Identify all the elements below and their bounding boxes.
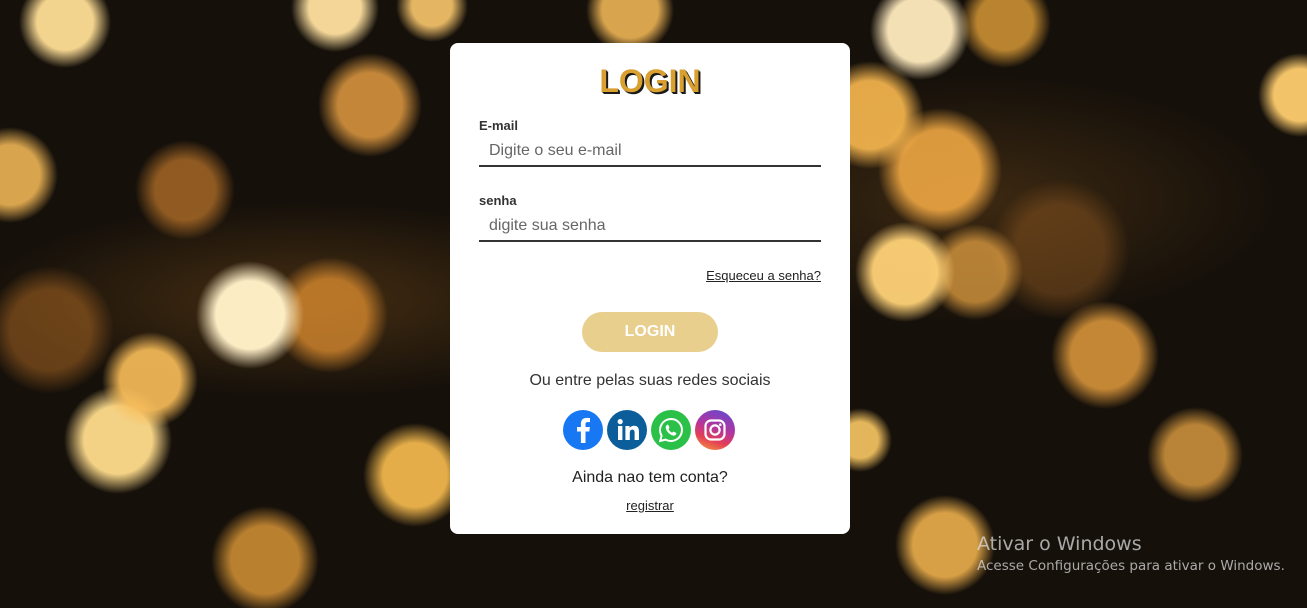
instagram-icon xyxy=(704,419,726,441)
linkedin-button[interactable] xyxy=(607,410,647,450)
login-title: LOGIN xyxy=(599,63,701,99)
facebook-icon xyxy=(577,417,590,443)
forgot-password-link[interactable]: Esqueceu a senha? xyxy=(706,268,821,283)
password-input[interactable] xyxy=(479,212,821,242)
social-buttons xyxy=(563,410,743,450)
facebook-button[interactable] xyxy=(563,410,603,450)
email-label: E-mail xyxy=(479,118,519,133)
no-account-text: Ainda nao tem conta? xyxy=(572,469,728,486)
watermark-title: Ativar o Windows xyxy=(977,533,1142,555)
whatsapp-button[interactable] xyxy=(651,410,691,450)
windows-activation-watermark: Ativar o Windows Acesse Configurações pa… xyxy=(977,532,1285,576)
email-input[interactable] xyxy=(479,137,821,167)
watermark-subtitle: Acesse Configurações para ativar o Windo… xyxy=(977,558,1285,574)
register-link[interactable]: registrar xyxy=(626,498,674,513)
social-login-text: Ou entre pelas suas redes sociais xyxy=(529,372,771,389)
instagram-button[interactable] xyxy=(695,410,735,450)
password-label: senha xyxy=(479,193,517,208)
register-row: registrar xyxy=(450,498,850,513)
whatsapp-icon xyxy=(658,417,683,443)
login-card: LOGIN E-mail senha Esqueceu a senha? LOG… xyxy=(450,43,850,534)
login-button[interactable]: LOGIN xyxy=(582,312,718,352)
linkedin-icon xyxy=(617,419,639,440)
